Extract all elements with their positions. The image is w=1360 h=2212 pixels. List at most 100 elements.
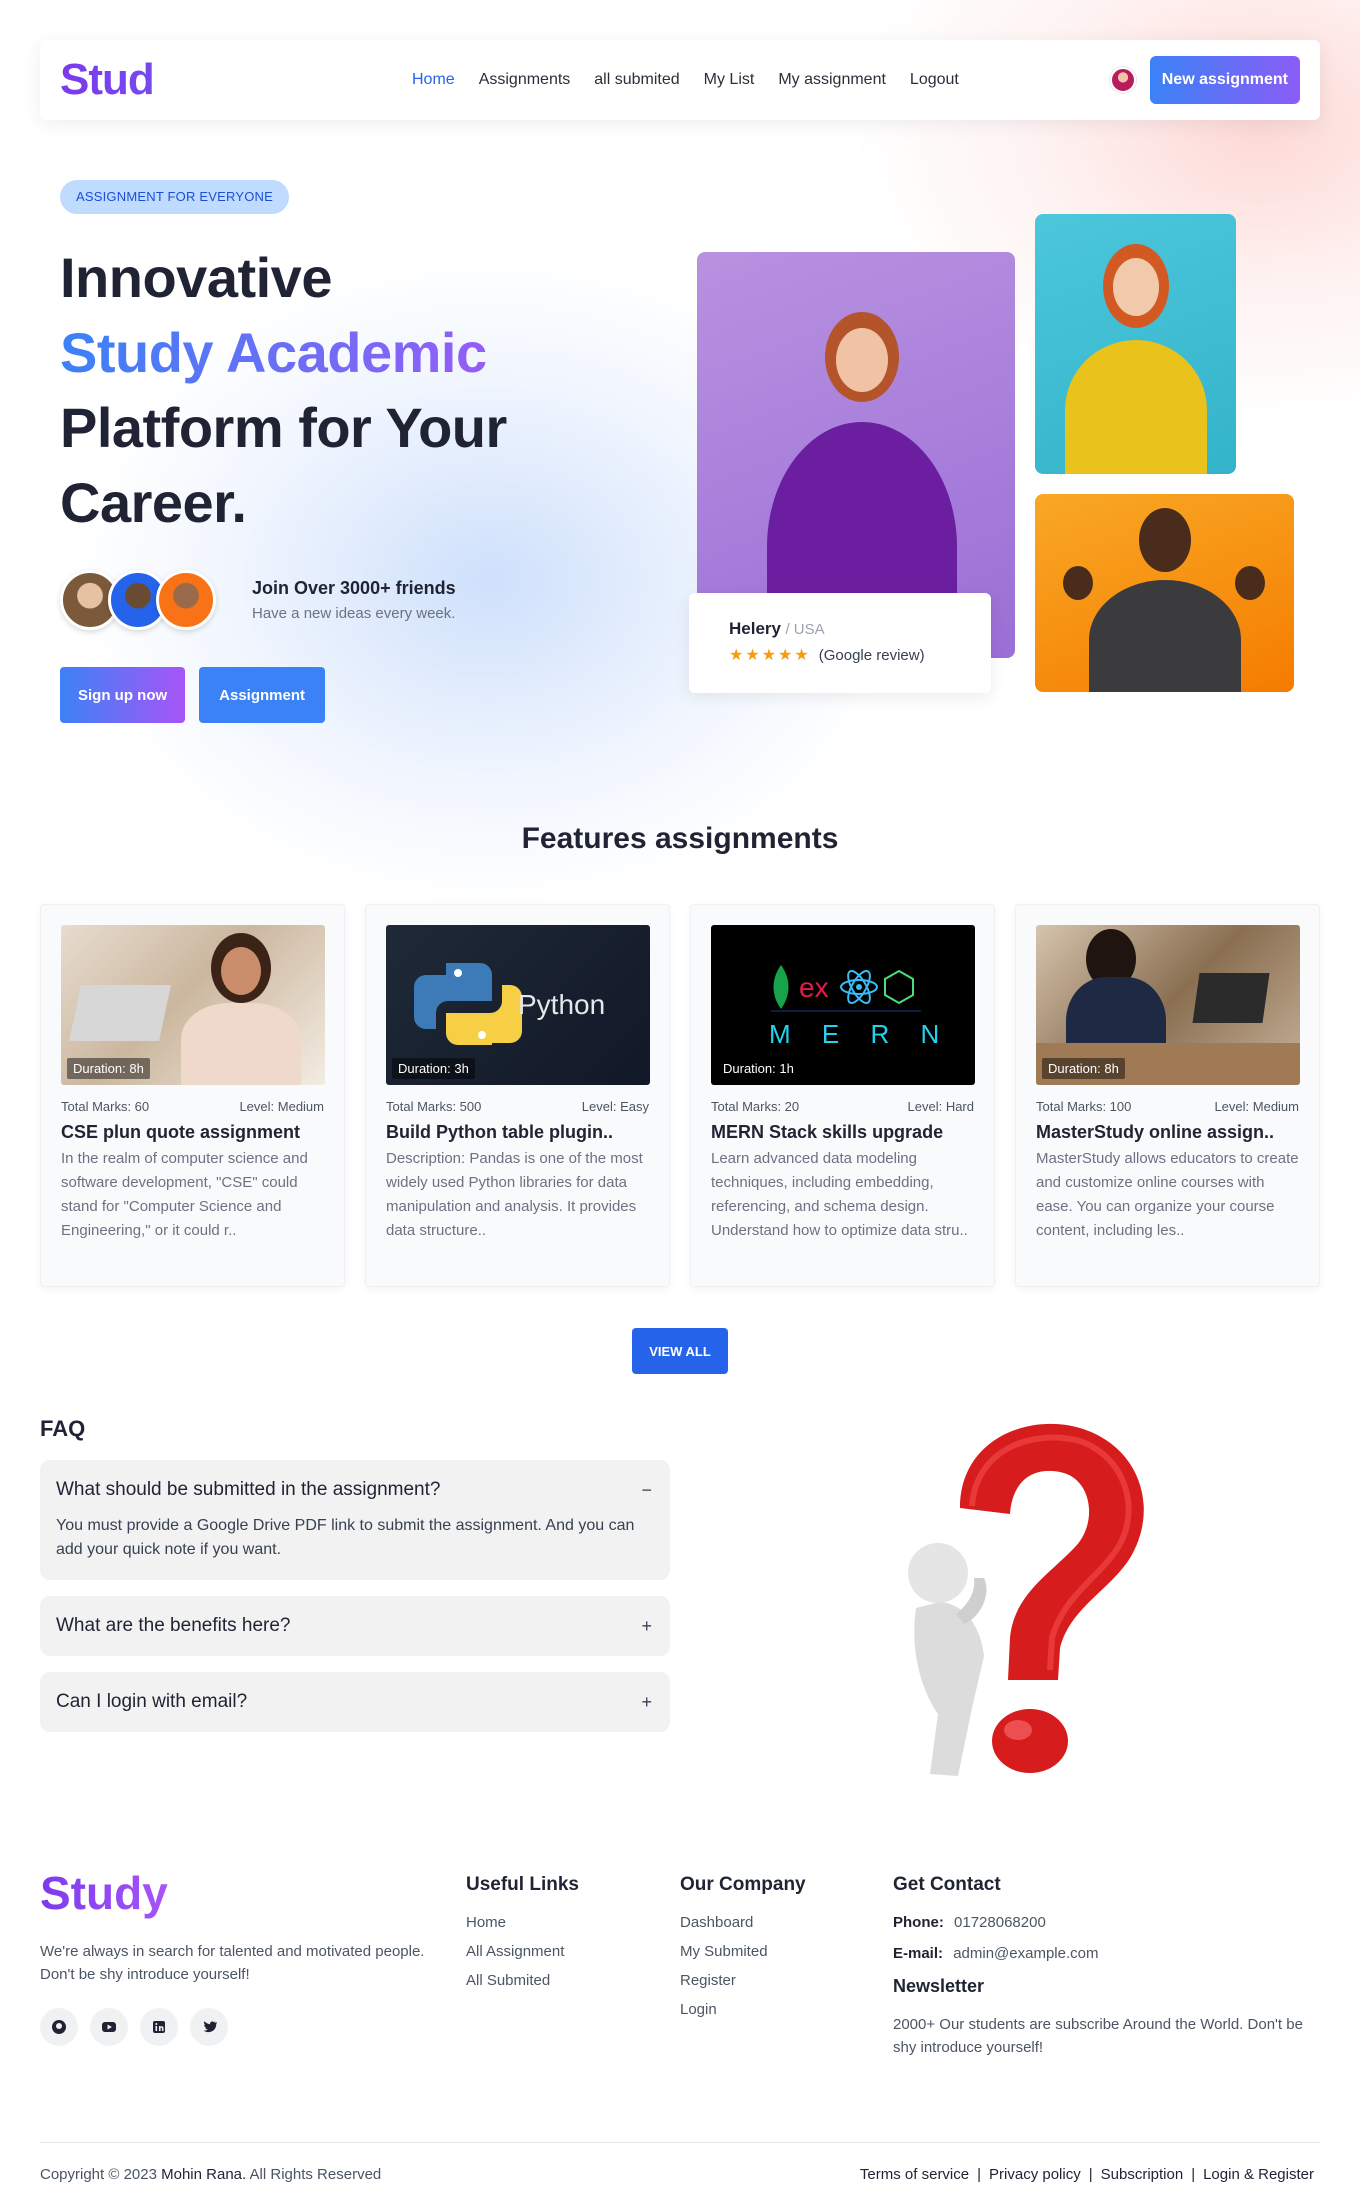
card-description: Description: Pandas is one of the most w… (386, 1150, 643, 1239)
footer-col-title: Useful Links (466, 1874, 579, 1895)
card-thumbnail: Duration: 8h (1036, 925, 1300, 1085)
view-all-button[interactable]: VIEW ALL (632, 1328, 728, 1374)
github-icon[interactable] (40, 2008, 78, 2046)
card-title[interactable]: MERN Stack skills upgrade (711, 1122, 974, 1143)
nav-link-assignments[interactable]: Assignments (479, 71, 571, 89)
assignment-card[interactable]: ex M E R N Duration: 1h Total Marks: 20 … (690, 904, 995, 1287)
card-title[interactable]: CSE plun quote assignment (61, 1122, 324, 1143)
card-description: MasterStudy allows educators to create a… (1036, 1150, 1299, 1239)
assignment-card[interactable]: Duration: 8h Total Marks: 60 Level: Medi… (40, 904, 345, 1287)
phone-label: Phone: (893, 1914, 944, 1931)
navbar: Stud Home Assignments all submited My Li… (40, 40, 1320, 120)
twitter-icon[interactable] (190, 2008, 228, 2046)
feature-cards: Duration: 8h Total Marks: 60 Level: Medi… (40, 904, 1320, 1287)
hero-title-line4: Career. (60, 471, 247, 534)
footer-link-dashboard[interactable]: Dashboard (680, 1914, 806, 1931)
friends-title: Join Over 3000+ friends (252, 578, 456, 598)
separator: | (977, 2166, 982, 2183)
legal-links: Terms of service | Privacy policy | Subs… (860, 2166, 1314, 2183)
signup-button[interactable]: Sign up now (60, 667, 186, 723)
copyright: Copyright © 2023 Mohin Rana. All Rights … (40, 2166, 381, 2183)
total-marks: Total Marks: 500 (386, 1099, 482, 1114)
separator: | (1088, 2166, 1093, 2183)
nav-link-my-list[interactable]: My List (704, 71, 755, 89)
review-card: Helery / USA ★★★★★ (Google review) (689, 593, 991, 693)
reviewer-name: Helery (729, 619, 781, 638)
faq-question-text: What are the benefits here? (56, 1615, 291, 1636)
logo[interactable]: Stud (60, 55, 260, 105)
total-marks: Total Marks: 20 (711, 1099, 800, 1114)
assignment-card[interactable]: Duration: 8h Total Marks: 100 Level: Med… (1015, 904, 1320, 1287)
footer-useful-links: Useful Links Home All Assignment All Sub… (466, 1874, 579, 2001)
faq-list: What should be submitted in the assignme… (40, 1460, 670, 1748)
faq-question[interactable]: What should be submitted in the assignme… (40, 1460, 670, 1520)
card-thumbnail: Duration: 8h (61, 925, 325, 1085)
total-marks: Total Marks: 60 (61, 1099, 150, 1114)
email-label: E-mail: (893, 1945, 944, 1962)
new-assignment-button[interactable]: New assignment (1149, 56, 1300, 104)
footer-link-register[interactable]: Register (680, 1972, 806, 1989)
review-rating-row: ★★★★★ (Google review) (729, 645, 951, 665)
level: Level: Hard (907, 1099, 974, 1114)
faq-item: What should be submitted in the assignme… (40, 1460, 670, 1580)
collapse-icon[interactable]: − (641, 1480, 652, 1501)
terms-link[interactable]: Terms of service (860, 2166, 969, 2183)
question-mark-illustration (880, 1418, 1180, 1788)
nav-link-my-assignment[interactable]: My assignment (778, 71, 886, 89)
card-title[interactable]: Build Python table plugin.. (386, 1122, 649, 1143)
hero-title: Innovative Study Academic Platform for Y… (60, 240, 580, 540)
footer-link-all-submited[interactable]: All Submited (466, 1972, 579, 1989)
footer-col-title: Get Contact (893, 1874, 1001, 1895)
reviewer-country: / USA (785, 621, 825, 638)
faq-heading: FAQ (40, 1416, 86, 1441)
privacy-link[interactable]: Privacy policy (989, 2166, 1081, 2183)
card-meta: Total Marks: 60 Level: Medium (61, 1099, 324, 1114)
assignment-button[interactable]: Assignment (199, 667, 326, 723)
footer-link-all-assignment[interactable]: All Assignment (466, 1943, 579, 1960)
footer-link-login[interactable]: Login (680, 2001, 806, 2018)
footer-link-home[interactable]: Home (466, 1914, 579, 1931)
nav-link-all-submited[interactable]: all submited (594, 71, 679, 89)
footer-about: We're always in search for talented and … (40, 1943, 425, 1983)
faq-question[interactable]: Can I login with email? + (40, 1672, 670, 1732)
level: Level: Easy (581, 1099, 649, 1114)
subscription-link[interactable]: Subscription (1101, 2166, 1184, 2183)
faq-answer: You must provide a Google Drive PDF link… (56, 1517, 635, 1558)
card-meta: Total Marks: 500 Level: Easy (386, 1099, 649, 1114)
thumb-mern-text: M E R N (769, 1019, 952, 1049)
nav-link-home[interactable]: Home (412, 71, 455, 89)
faq-question[interactable]: What are the benefits here? + (40, 1596, 670, 1656)
faq-question-text: What should be submitted in the assignme… (56, 1479, 441, 1500)
youtube-icon[interactable] (90, 2008, 128, 2046)
friends-subtitle: Have a new ideas every week. (252, 605, 456, 622)
nav-links: Home Assignments all submited My List My… (412, 71, 959, 89)
friends-text: Join Over 3000+ friends Have a new ideas… (252, 578, 456, 622)
hero-title-line2: Study Academic (60, 315, 580, 390)
linkedin-icon[interactable] (140, 2008, 178, 2046)
card-thumbnail: ex M E R N Duration: 1h (711, 925, 975, 1085)
duration-badge: Duration: 1h (717, 1058, 800, 1079)
thumb-python-text: Python (518, 989, 606, 1020)
hero-photo-man-orange (1035, 494, 1294, 692)
card-title[interactable]: MasterStudy online assign.. (1036, 1122, 1299, 1143)
footer-link-my-submited[interactable]: My Submited (680, 1943, 806, 1960)
expand-icon[interactable]: + (641, 1692, 652, 1713)
friends-block: Join Over 3000+ friends Have a new ideas… (60, 570, 456, 630)
card-meta: Total Marks: 100 Level: Medium (1036, 1099, 1299, 1114)
login-register-link[interactable]: Login & Register (1203, 2166, 1314, 2183)
duration-badge: Duration: 3h (392, 1058, 475, 1079)
phone-value[interactable]: 01728068200 (954, 1914, 1046, 1931)
user-avatar[interactable] (1109, 67, 1136, 93)
footer-contact: Get Contact Phone: 01728068200 E-mail: a… (893, 1874, 1313, 2059)
hero-title-line1: Innovative (60, 246, 332, 309)
nav-link-logout[interactable]: Logout (910, 71, 959, 89)
nav-right: New assignment (1109, 56, 1300, 104)
expand-icon[interactable]: + (641, 1616, 652, 1637)
email-value[interactable]: admin@example.com (953, 1945, 1098, 1962)
hero-buttons: Sign up now Assignment (60, 667, 326, 723)
footer-logo[interactable]: Study (40, 1866, 168, 1920)
contact-email: E-mail: admin@example.com (893, 1945, 1313, 1962)
assignment-card[interactable]: Python Duration: 3h Total Marks: 500 Lev… (365, 904, 670, 1287)
social-links (40, 2008, 228, 2046)
total-marks: Total Marks: 100 (1036, 1099, 1132, 1114)
